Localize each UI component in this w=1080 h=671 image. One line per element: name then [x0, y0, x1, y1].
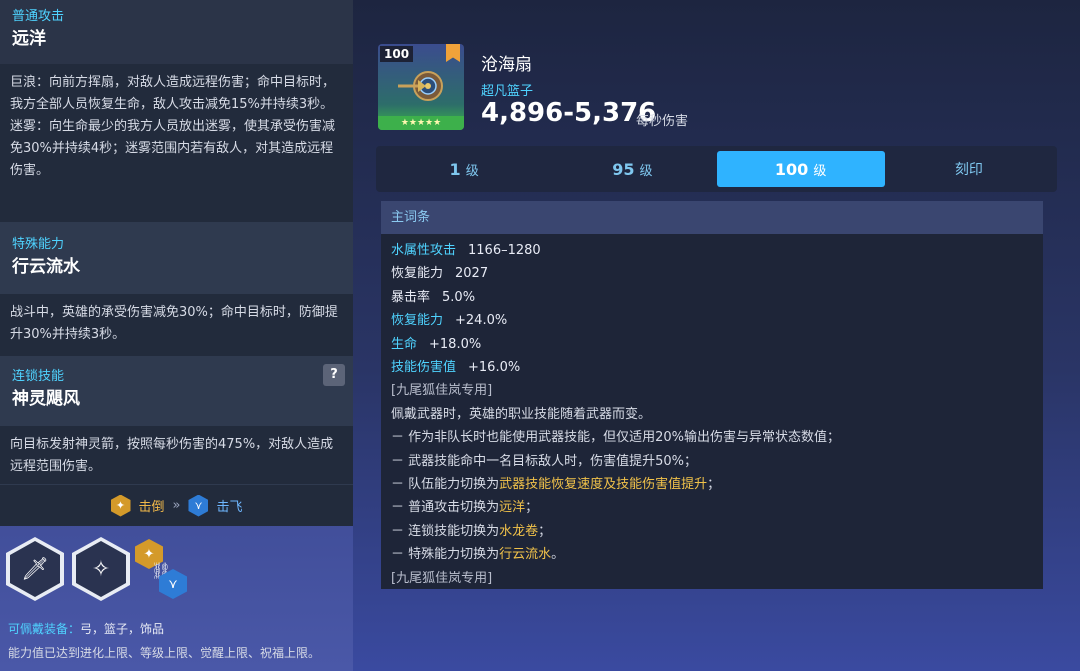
- hero-skill-icons: 🗡 ✧: [6, 537, 130, 601]
- basic-attack-header: 普通攻击 远洋: [0, 0, 353, 64]
- effect-highlight: 行云流水: [499, 547, 552, 563]
- tab-level-1-unit: 级: [465, 163, 479, 179]
- special-ability-header: 特殊能力 行云流水: [0, 222, 353, 294]
- tab-level-100-unit: 级: [813, 163, 827, 179]
- effect-line: － 连锁技能切换为水龙卷；: [391, 520, 1033, 543]
- sparkle-icon[interactable]: ✧: [72, 537, 130, 601]
- tab-level-100-num: 100: [774, 159, 809, 179]
- weapon-card[interactable]: 100 ★★★★★: [378, 44, 464, 130]
- knockdown-label: 击倒: [138, 500, 165, 515]
- tab-level-95-num: 95: [612, 159, 635, 179]
- effect-text: 。: [551, 547, 565, 563]
- basic-attack-description: 巨浪：向前方挥扇，对敌人造成远程伤害；命中目标时，我方全部人员恢复生命，敌人攻击…: [0, 64, 353, 222]
- effect-highlight: 水龙卷: [499, 523, 539, 539]
- tab-level-95-unit: 级: [639, 163, 653, 179]
- basic-attack-name: 远洋: [12, 29, 46, 49]
- airborne-label: 击飞: [216, 500, 243, 515]
- attribute-row: 暴击率 5.0%: [391, 286, 1033, 309]
- attribute-value: +18.0%: [429, 336, 482, 352]
- chain-skill-description: 向目标发射神灵箭，按照每秒伤害的475%，对敌人造成远程范围伤害。: [0, 426, 353, 484]
- chain-link-icons: ✦ ⛓ ⋎: [133, 537, 193, 601]
- attribute-key: 暴击率: [391, 289, 431, 305]
- attribute-key: 恢复能力: [391, 266, 444, 282]
- special-ability-category: 特殊能力: [12, 237, 65, 252]
- tab-level-1[interactable]: 1级: [380, 151, 548, 187]
- attribute-row: 恢复能力 2027: [391, 262, 1033, 285]
- effect-line: － 普通攻击切换为远洋；: [391, 496, 1033, 519]
- effect-line: － 队伍能力切换为武器技能恢复速度及技能伤害值提升；: [391, 473, 1033, 496]
- special-ability-description: 战斗中，英雄的承受伤害减免30%；命中目标时，防御提升30%并持续3秒。: [0, 294, 353, 356]
- sword-icon[interactable]: 🗡: [6, 537, 64, 601]
- weapon-damage-label: 每秒伤害: [636, 114, 689, 129]
- attribute-key: 水属性攻击: [391, 243, 457, 258]
- weapon-intro: 佩戴武器时，英雄的职业技能随着武器而变。: [391, 406, 652, 422]
- effect-text: － 特殊能力切换为: [391, 547, 500, 563]
- chain-skill-help-button[interactable]: ?: [323, 364, 345, 386]
- attribute-key: 生命: [391, 336, 418, 352]
- chain-skill-header: 连锁技能 神灵飓风 ?: [0, 356, 353, 426]
- attribute-row: 水属性攻击 1166–1280: [391, 239, 1033, 262]
- effect-line: － 特殊能力切换为行云流水。: [391, 543, 1033, 566]
- airborne-icon: ⋎: [188, 494, 209, 517]
- chain-effect-row: ✦ 击倒 » ⋎ 击飞: [0, 484, 353, 526]
- attribute-list: 水属性攻击 1166–1280 恢复能力 2027 暴击率 5.0% 恢复能力 +24.…: [381, 234, 1043, 589]
- effect-text: － 队伍能力切换为: [391, 477, 500, 493]
- attribute-value: 2027: [455, 266, 489, 282]
- attribute-row: 恢复能力 +24.0%: [391, 309, 1033, 332]
- equippable-gear-value: 弓，篮子，饰品: [80, 622, 165, 636]
- chevron-right-icon: »: [172, 498, 181, 513]
- effect-text: ；: [707, 477, 721, 493]
- weapon-type: 超凡篮子: [481, 84, 534, 99]
- attribute-value: +24.0%: [455, 313, 508, 329]
- tab-level-1-num: 1: [449, 159, 461, 179]
- skill-panel: 普通攻击 远洋 巨浪：向前方挥扇，对敌人造成远程伤害；命中目标时，我方全部人员恢…: [0, 0, 353, 671]
- effect-text: － 连锁技能切换为: [391, 523, 500, 539]
- chain-skill-name: 神灵飓风: [12, 389, 80, 409]
- effect-line: － 武器技能命中一名目标敌人时，伤害值提升50%；: [391, 453, 698, 469]
- tab-level-100[interactable]: 100 级: [716, 151, 885, 187]
- knockdown-icon: ✦: [110, 494, 131, 517]
- equippable-gear-label: 可佩戴装备：: [8, 622, 81, 636]
- effect-highlight: 武器技能恢复速度及技能伤害值提升: [499, 477, 708, 493]
- main-attributes-panel: 主词条 水属性攻击 1166–1280 恢复能力 2027 暴击率 5.0% 恢复能力…: [381, 201, 1043, 589]
- basic-attack-category: 普通攻击: [12, 9, 65, 24]
- tab-engrave-label: 刻印: [954, 162, 983, 178]
- weapon-level-badge: 100: [380, 46, 414, 62]
- weapon-damage: 4,896-5,376: [481, 98, 657, 128]
- attribute-row: 技能伤害值 +16.0%: [391, 356, 1033, 379]
- effect-text: ；: [538, 523, 552, 539]
- bookmark-icon: [446, 44, 460, 62]
- effect-line: － 作为非队长时也能使用武器技能，但仅适用20%输出伤害与异常状态数值；: [391, 430, 841, 446]
- attribute-value: 5.0%: [442, 289, 476, 305]
- tab-level-95[interactable]: 95 级: [548, 151, 716, 187]
- fan-weapon-icon: [398, 71, 443, 101]
- attribute-key: 技能伤害值: [391, 360, 457, 376]
- tab-engrave[interactable]: 刻印: [885, 151, 1053, 187]
- main-attributes-header: 主词条: [381, 201, 1043, 234]
- effect-text: － 普通攻击切换为: [391, 500, 500, 516]
- effect-text: ；: [525, 500, 539, 516]
- level-tabs: 1级 95 级 100 级 刻印: [376, 146, 1057, 192]
- weapon-name: 沧海扇: [481, 55, 532, 75]
- chain-skill-category: 连锁技能: [12, 369, 65, 384]
- attribute-row: 生命 +18.0%: [391, 333, 1033, 356]
- exclusive-note: [九尾狐佳岚专用]: [391, 383, 493, 399]
- attribute-value: 1166–1280: [468, 243, 541, 258]
- max-limit-text: 能力值已达到进化上限、等级上限、觉醒上限、祝福上限。: [8, 646, 321, 660]
- weapon-stars: ★★★★★: [378, 116, 464, 130]
- exclusive-note: [九尾狐佳岚专用]: [391, 570, 493, 586]
- effect-highlight: 远洋: [499, 500, 526, 516]
- equippable-gear: 可佩戴装备：弓，篮子，饰品: [8, 620, 164, 637]
- attribute-key: 恢复能力: [391, 313, 444, 329]
- special-ability-name: 行云流水: [12, 257, 80, 277]
- attribute-value: +16.0%: [468, 360, 521, 376]
